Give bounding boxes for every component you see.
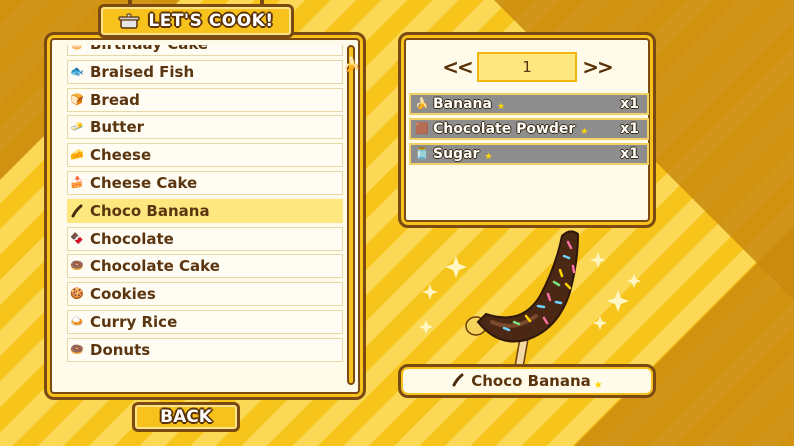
dish-preview <box>418 222 658 372</box>
chocolate-icon: 🍫 <box>70 231 84 245</box>
recipe-item-braised-fish[interactable]: 🐟 Braised Fish <box>67 59 343 84</box>
recipe-label: Birthday Cake <box>90 45 208 53</box>
star-icon: ★ <box>484 151 493 162</box>
ingredient-list: 🍌 Banana ★ x1 🟫 Chocolate Powder ★ x1 🫙 … <box>409 93 649 167</box>
braised-fish-icon: 🐟 <box>70 64 84 78</box>
star-icon: ★ <box>593 379 603 391</box>
recipe-item-butter[interactable]: 🧈 Butter <box>67 115 343 140</box>
quantity-field[interactable]: 1 <box>477 52 577 82</box>
recipe-item-chocolate[interactable]: 🍫 Chocolate <box>67 226 343 251</box>
recipe-item-cheese[interactable]: 🧀 Cheese <box>67 143 343 168</box>
ingredient-row-banana: 🍌 Banana ★ x1 <box>409 93 649 115</box>
back-button-label: BACK <box>160 407 212 427</box>
increase-quantity-button[interactable]: >> <box>577 55 617 79</box>
selected-dish-label: Choco Banana ★ <box>398 364 656 398</box>
ingredient-name: Chocolate Powder <box>433 120 576 137</box>
recipe-label: Donuts <box>90 340 151 359</box>
recipe-label: Braised Fish <box>90 62 195 81</box>
recipe-item-choco-banana[interactable]: Choco Banana <box>67 198 343 223</box>
recipe-item-chocolate-cake[interactable]: 🍩 Chocolate Cake <box>67 254 343 279</box>
choco-banana-icon <box>451 372 465 391</box>
recipe-list-panel: 🎂 Birthday Cake 🐟 Braised Fish 🍞 Bread 🧈… <box>44 32 366 400</box>
ingredients-panel: << 1 >> 🍌 Banana ★ x1 🟫 Chocolate Powder… <box>398 32 656 228</box>
selected-dish-name: Choco Banana <box>471 372 591 390</box>
recipe-list-track: 🎂 Birthday Cake 🐟 Braised Fish 🍞 Bread 🧈… <box>67 45 343 366</box>
cooking-pot-icon <box>118 13 140 29</box>
back-button[interactable]: BACK <box>132 402 240 432</box>
cookies-icon: 🍪 <box>70 287 84 301</box>
recipe-label: Curry Rice <box>90 312 178 331</box>
ingredient-name: Banana <box>433 96 492 112</box>
ingredient-row-sugar: 🫙 Sugar ★ x1 <box>409 142 649 165</box>
recipe-label: Butter <box>90 118 145 137</box>
recipe-label: Chocolate Cake <box>90 257 220 276</box>
cheese-cake-icon: 🍰 <box>70 175 84 189</box>
curry-rice-icon: 🍛 <box>70 314 84 328</box>
banana-icon: 🍌 <box>415 97 429 110</box>
title-plaque: LET'S COOK! <box>98 0 294 38</box>
recipe-label: Choco Banana <box>90 201 210 220</box>
quantity-selector: << 1 >> <box>437 51 621 83</box>
star-icon: ★ <box>496 102 506 112</box>
recipe-label: Cookies <box>90 285 156 304</box>
title-plaque-body: LET'S COOK! <box>98 4 294 38</box>
recipe-item-donuts[interactable]: 🍩 Donuts <box>67 337 343 362</box>
sugar-icon: 🫙 <box>415 146 429 160</box>
birthday-cake-icon: 🎂 <box>70 45 84 51</box>
ingredient-row-chocolate-powder: 🟫 Chocolate Powder ★ x1 <box>409 117 649 140</box>
recipe-label: Cheese Cake <box>90 173 198 192</box>
recipe-item-cheese-cake[interactable]: 🍰 Cheese Cake <box>67 170 343 195</box>
recipe-label: Cheese <box>90 146 152 165</box>
recipe-item-birthday-cake[interactable]: 🎂 Birthday Cake <box>67 45 343 56</box>
bread-icon: 🍞 <box>70 92 84 106</box>
ingredient-qty: x1 <box>620 145 639 162</box>
banana-scroll-thumb-icon[interactable]: 🍌 <box>343 55 360 75</box>
recipe-list-scrollbar[interactable]: 🍌 <box>343 45 360 385</box>
cheese-icon: 🧀 <box>70 148 84 162</box>
recipe-label: Bread <box>90 90 140 109</box>
ingredient-qty: x1 <box>620 120 639 137</box>
donuts-icon: 🍩 <box>70 342 84 356</box>
recipe-item-bread[interactable]: 🍞 Bread <box>67 87 343 112</box>
page-title: LET'S COOK! <box>148 11 274 31</box>
recipe-list: 🎂 Birthday Cake 🐟 Braised Fish 🍞 Bread 🧈… <box>67 45 343 383</box>
ingredient-qty: x1 <box>620 96 639 112</box>
quantity-value: 1 <box>522 58 532 76</box>
recipe-item-curry-rice[interactable]: 🍛 Curry Rice <box>67 309 343 334</box>
chocolate-cake-icon: 🍩 <box>70 259 84 273</box>
decrease-quantity-button[interactable]: << <box>437 55 477 79</box>
choco-banana-illustration <box>419 230 641 371</box>
recipe-item-cookies[interactable]: 🍪 Cookies <box>67 282 343 307</box>
butter-icon: 🧈 <box>70 120 84 134</box>
chocolate-powder-icon: 🟫 <box>415 121 429 135</box>
star-icon: ★ <box>580 126 589 137</box>
choco-banana-icon <box>70 204 84 218</box>
ingredient-name: Sugar <box>433 145 480 162</box>
recipe-label: Chocolate <box>90 229 174 248</box>
